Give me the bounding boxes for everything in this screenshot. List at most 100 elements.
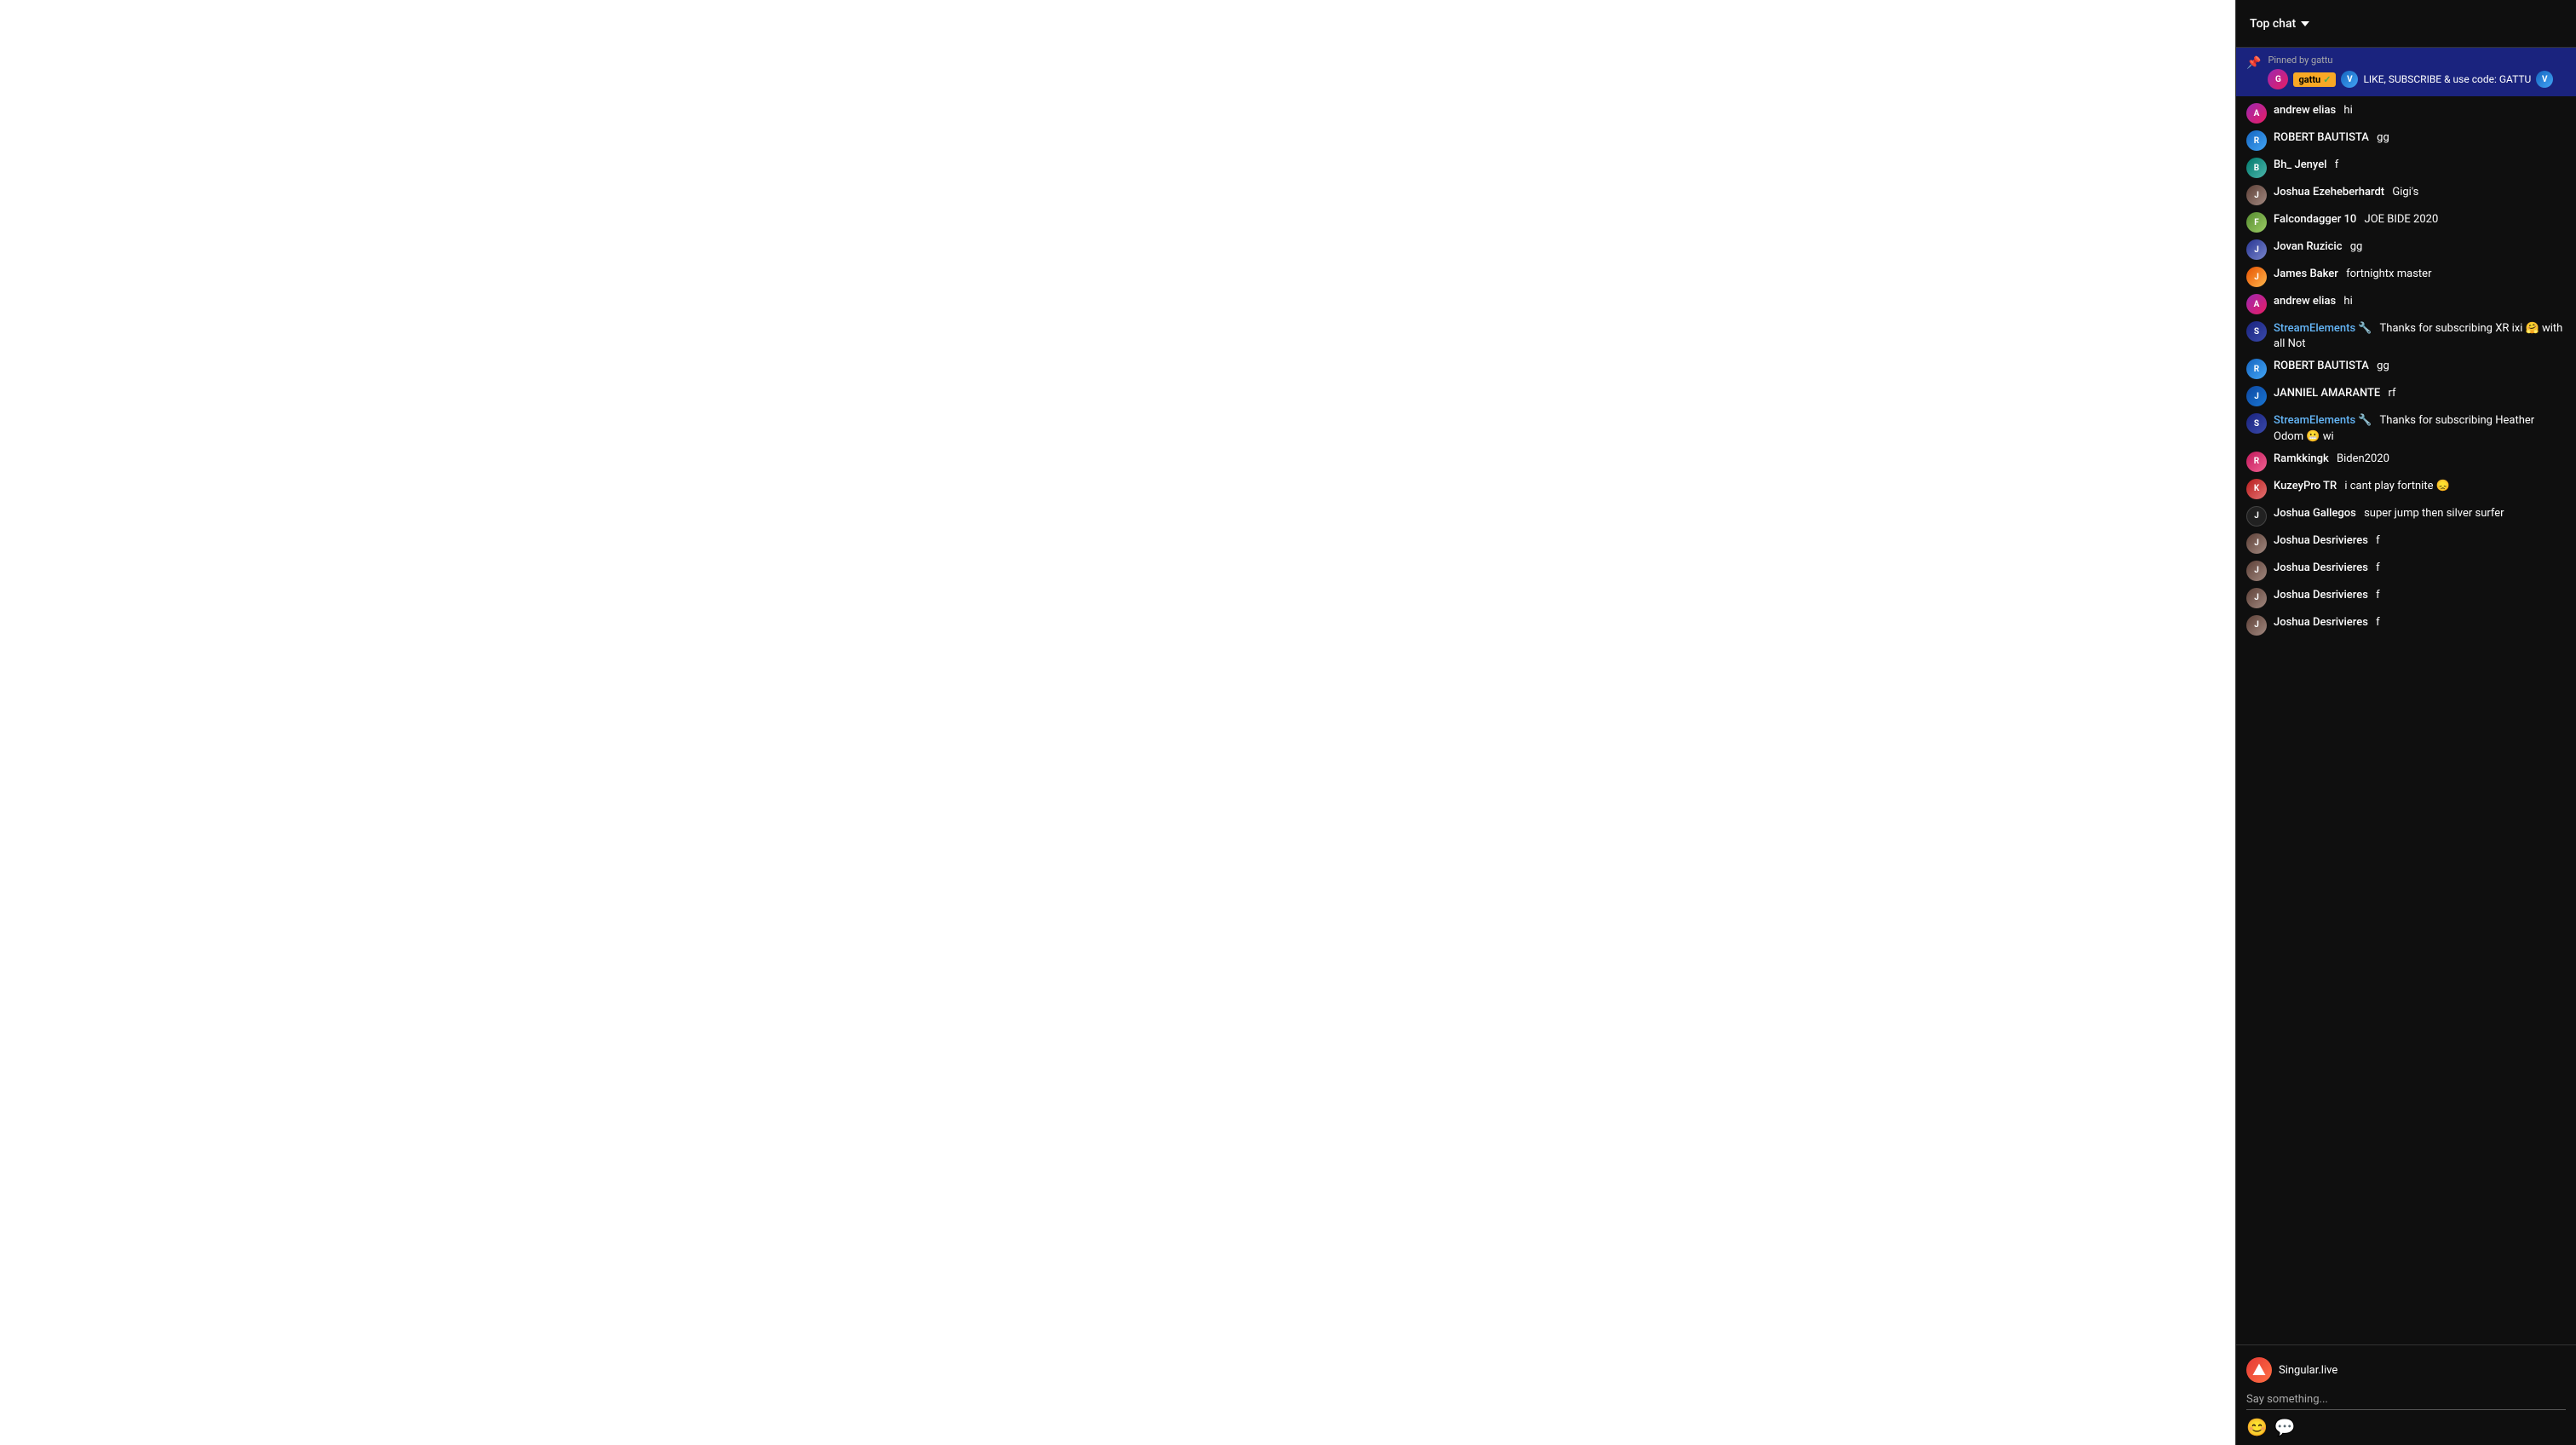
pinned-message-text: LIKE, SUBSCRIBE & use code: GATTU xyxy=(2363,73,2531,85)
chat-row[interactable]: J Joshua Desrivieres f xyxy=(2236,584,2576,612)
chat-username: Joshua Desrivieres xyxy=(2274,616,2368,629)
emoji-icon: 😊 xyxy=(2246,1417,2268,1438)
chat-row[interactable]: K KuzeyPro TR i cant play fortnite 😞 xyxy=(2236,475,2576,503)
chat-message-text: i cant play fortnite 😞 xyxy=(2342,480,2450,492)
chat-row[interactable]: S StreamElements 🔧 Thanks for subscribing… xyxy=(2236,410,2576,447)
chat-content: Ramkkingk Biden2020 xyxy=(2274,452,2566,467)
chat-message-text: f xyxy=(2373,616,2380,629)
chat-row[interactable]: J James Baker fortnightx master xyxy=(2236,263,2576,291)
pinned-avatar: G xyxy=(2268,69,2288,89)
chat-row[interactable]: R ROBERT BAUTISTA gg xyxy=(2236,355,2576,383)
chat-message-text: rf xyxy=(2385,387,2395,400)
pinned-username-badge: gattu ✓ xyxy=(2293,72,2336,87)
chat-avatar: S xyxy=(2246,413,2267,434)
chat-message-text: super jump then silver surfer xyxy=(2361,507,2504,520)
chat-username: StreamElements 🔧 xyxy=(2274,414,2372,427)
chat-avatar: J xyxy=(2246,267,2267,287)
chat-row[interactable]: J Joshua Desrivieres f xyxy=(2236,612,2576,639)
chat-content: Falcondagger 10 JOE BIDE 2020 xyxy=(2274,212,2566,227)
pinned-username: gattu xyxy=(2298,74,2320,85)
v-badge-2: V xyxy=(2536,71,2553,88)
chat-username: andrew elias xyxy=(2274,295,2336,308)
chat-content: Joshua Ezeheberhardt Gigi's xyxy=(2274,185,2566,200)
chat-row[interactable]: SStreamElements 🔧 Thanks for subscribing… xyxy=(2236,318,2576,355)
chat-message-text: fortnightx master xyxy=(2343,268,2432,280)
chat-content: ROBERT BAUTISTA gg xyxy=(2274,130,2566,146)
singular-icon xyxy=(2246,1357,2272,1383)
chat-row[interactable]: J Joshua Gallegos super jump then silver … xyxy=(2236,503,2576,530)
chat-avatar: J xyxy=(2246,588,2267,608)
chat-content: Joshua Desrivieres f xyxy=(2274,533,2566,549)
chat-message-text: gg xyxy=(2374,360,2389,372)
dropdown-arrow-icon xyxy=(2301,21,2309,26)
chat-avatar: A xyxy=(2246,103,2267,124)
chat-avatar: J xyxy=(2246,533,2267,554)
chat-message-text: JOE BIDE 2020 xyxy=(2361,213,2438,226)
chat-header-dropdown[interactable]: Top chat xyxy=(2250,17,2309,31)
chat-username: Jovan Ruzicic xyxy=(2274,240,2342,253)
chat-avatar: J xyxy=(2246,506,2267,527)
chat-row[interactable]: J Joshua Desrivieres f xyxy=(2236,557,2576,584)
chat-header: Top chat xyxy=(2236,0,2576,48)
chat-avatar: J xyxy=(2246,561,2267,581)
chat-footer: Singular.live Say something... 😊 💬 xyxy=(2236,1344,2576,1445)
chat-row[interactable]: J Joshua Ezeheberhardt Gigi's xyxy=(2236,181,2576,209)
chat-row[interactable]: B Bh_ Jenyel f xyxy=(2236,154,2576,181)
chat-panel: Top chat 📌 Pinned by gattu G gattu ✓ V L… xyxy=(2235,0,2576,1445)
singular-account-name: Singular.live xyxy=(2279,1364,2566,1377)
v-badge: V xyxy=(2341,71,2358,88)
chat-username: ROBERT BAUTISTA xyxy=(2274,360,2369,372)
singular-account-row: Singular.live xyxy=(2246,1352,2566,1388)
chat-username: Joshua Desrivieres xyxy=(2274,589,2368,602)
chat-avatar: F xyxy=(2246,212,2267,233)
pinned-message-container: 📌 Pinned by gattu G gattu ✓ V LIKE, SUBS… xyxy=(2236,48,2576,96)
chat-username: Joshua Gallegos xyxy=(2274,507,2356,520)
chat-row[interactable]: J Joshua Desrivieres f xyxy=(2236,530,2576,557)
chat-username: Joshua Desrivieres xyxy=(2274,534,2368,547)
pinned-content: Pinned by gattu G gattu ✓ V LIKE, SUBSCR… xyxy=(2268,55,2566,89)
chat-row[interactable]: Aandrew elias hi xyxy=(2236,291,2576,318)
chat-messages-list: Aandrew elias hi R ROBERT BAUTISTA gg B Bh_ … xyxy=(2236,96,2576,1344)
chat-content: James Baker fortnightx master xyxy=(2274,267,2566,282)
chat-message-text: Biden2020 xyxy=(2334,452,2389,465)
chat-username: James Baker xyxy=(2274,268,2338,280)
chat-content: ROBERT BAUTISTA gg xyxy=(2274,359,2566,374)
chat-row[interactable]: JJovan Ruzicic gg xyxy=(2236,236,2576,263)
pin-icon: 📌 xyxy=(2246,56,2261,70)
chat-avatar: B xyxy=(2246,158,2267,178)
chat-content: Joshua Desrivieres f xyxy=(2274,561,2566,576)
chat-row[interactable]: Aandrew elias hi xyxy=(2236,100,2576,127)
chat-message-text: gg xyxy=(2374,131,2389,144)
chat-username: KuzeyPro TR xyxy=(2274,480,2337,492)
chat-message-icon: 💬 xyxy=(2274,1417,2296,1438)
chat-message-text: f xyxy=(2373,561,2380,574)
chat-username: JANNIEL AMARANTE xyxy=(2274,387,2380,400)
chat-content: Bh_ Jenyel f xyxy=(2274,158,2566,173)
chat-content: Joshua Desrivieres f xyxy=(2274,588,2566,603)
chat-row[interactable]: RROBERT BAUTISTA gg xyxy=(2236,127,2576,154)
chat-row[interactable]: RRamkkingk Biden2020 xyxy=(2236,448,2576,475)
chat-username: StreamElements 🔧 xyxy=(2274,322,2372,335)
chat-content: Joshua Desrivieres f xyxy=(2274,615,2566,630)
chat-username: ROBERT BAUTISTA xyxy=(2274,131,2369,144)
chat-username: Bh_ Jenyel xyxy=(2274,158,2326,171)
chat-row[interactable]: F Falcondagger 10 JOE BIDE 2020 xyxy=(2236,209,2576,236)
chat-message-button[interactable]: 💬 xyxy=(2274,1417,2296,1438)
chat-row[interactable]: JJANNIEL AMARANTE rf xyxy=(2236,383,2576,410)
chat-avatar: J xyxy=(2246,239,2267,260)
chat-avatar: J xyxy=(2246,185,2267,205)
say-something-input[interactable]: Say something... xyxy=(2246,1388,2566,1410)
chat-message-text: f xyxy=(2373,589,2380,602)
chat-content: StreamElements 🔧 Thanks for subscribing … xyxy=(2274,413,2566,444)
chat-content: Joshua Gallegos super jump then silver s… xyxy=(2274,506,2566,521)
main-content xyxy=(0,0,2235,1445)
emoji-button[interactable]: 😊 xyxy=(2246,1417,2268,1438)
chat-actions-bar: 😊 💬 xyxy=(2246,1410,2566,1438)
chat-content: andrew elias hi xyxy=(2274,103,2566,118)
chat-title-label: Top chat xyxy=(2250,17,2296,31)
chat-avatar: R xyxy=(2246,359,2267,379)
pinned-by-label: Pinned by gattu xyxy=(2268,55,2566,66)
chat-avatar: J xyxy=(2246,615,2267,636)
chat-message-text: f xyxy=(2332,158,2338,171)
chat-avatar: K xyxy=(2246,479,2267,499)
